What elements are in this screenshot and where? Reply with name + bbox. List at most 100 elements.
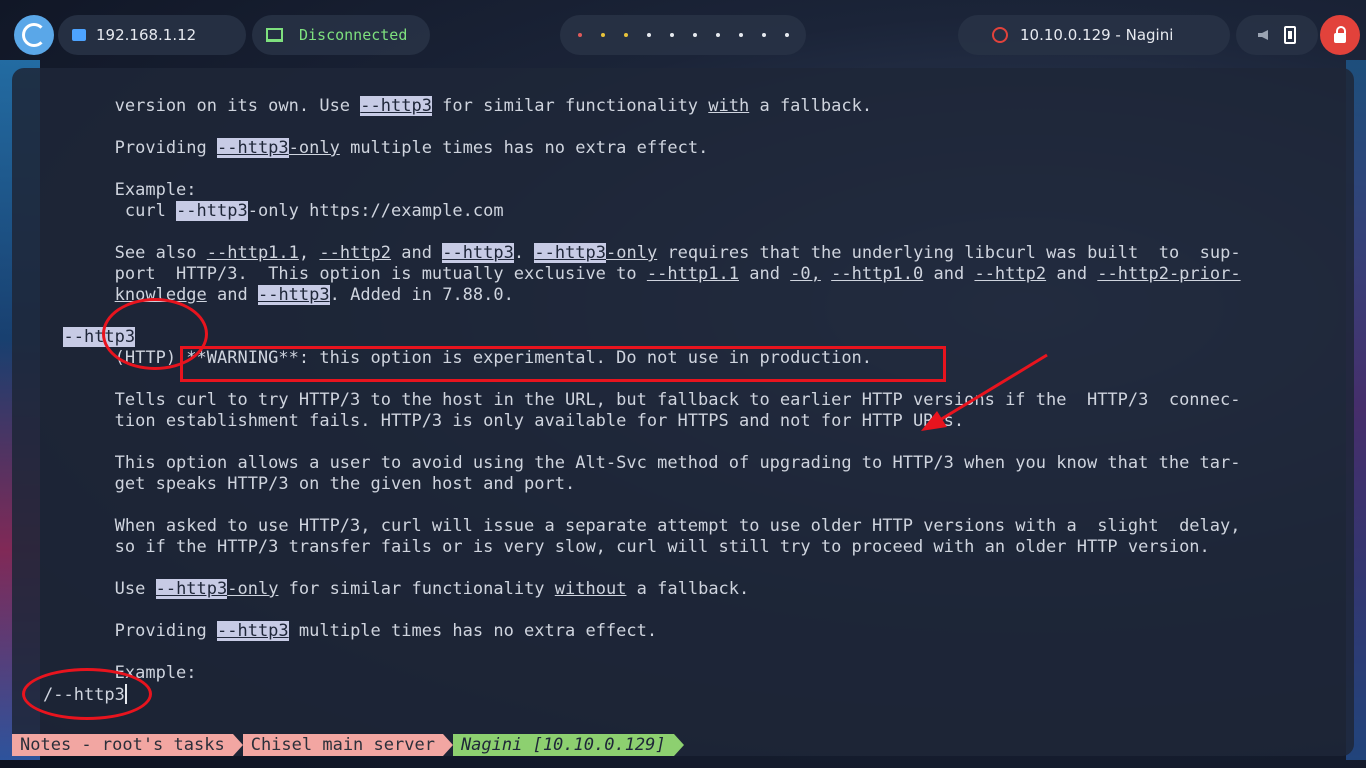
tmux-separator: [442, 734, 453, 756]
line-text: a fallback.: [749, 96, 873, 116]
line-text: requires that the underlying libcurl was…: [657, 243, 1241, 263]
workspace-dot[interactable]: [577, 33, 582, 37]
man-page-line: Providing --http3-only multiple times ha…: [43, 138, 708, 159]
line-text: -only https://example.com: [247, 201, 504, 221]
line-text: -only: [606, 243, 658, 263]
line-text: without: [554, 579, 627, 599]
line-text: ,: [298, 243, 320, 263]
man-page-line: Use --http3-only for similar functionali…: [43, 579, 749, 600]
annotation-warning-box: [180, 346, 946, 382]
line-text: --http2-prior-: [1097, 264, 1241, 284]
search-match: --http3: [534, 243, 607, 263]
line-text: and: [1046, 264, 1098, 284]
line-text: get speaks HTTP/3 on the given host and …: [43, 474, 576, 494]
workspace-dot[interactable]: [646, 33, 651, 37]
line-text: -0,: [790, 264, 821, 284]
man-page-line: knowledge and --http3. Added in 7.88.0.: [43, 285, 514, 306]
line-text: This option allows a user to avoid using…: [43, 453, 1241, 473]
system-tray: [1236, 15, 1318, 55]
line-text: multiple times has no extra effect.: [288, 621, 658, 641]
vpn-status-label: Disconnected: [299, 26, 408, 44]
line-text: --http1.1: [646, 264, 739, 284]
line-text: with: [708, 96, 750, 116]
line-text: . Added in 7.88.0.: [329, 285, 514, 305]
man-page-line: tion establishment fails. HTTP/3 is only…: [43, 411, 965, 432]
workspace-dot[interactable]: [738, 33, 743, 37]
line-text: [821, 264, 831, 284]
line-text: [43, 327, 63, 347]
tmux-status-bar: Notes - root's tasks Chisel main server Na…: [12, 734, 684, 756]
workspace-dot[interactable]: [669, 33, 674, 37]
tmux-window-label: Chisel main server: [250, 735, 435, 755]
search-match: --http3: [176, 201, 248, 221]
line-text: tion establishment fails. HTTP/3 is only…: [43, 411, 965, 431]
workspace-dot[interactable]: [623, 33, 628, 37]
target-icon: [992, 27, 1008, 43]
line-text: version on its own. Use: [43, 96, 361, 116]
line-text: for similar functionality: [431, 96, 709, 116]
man-page-line: When asked to use HTTP/3, curl will issu…: [43, 516, 1241, 537]
tmux-window-label: Notes - root's tasks: [20, 735, 225, 755]
volume-muted-icon[interactable]: [1258, 30, 1268, 40]
top-panel: 192.168.1.12 Disconnected 10.10.0.129 - …: [0, 0, 1366, 68]
target-label: 10.10.0.129 - Nagini: [1020, 26, 1174, 44]
line-text: See also: [43, 243, 207, 263]
tmux-window-tab[interactable]: Nagini [10.10.0.129]: [452, 734, 674, 756]
line-text: curl: [43, 201, 177, 221]
line-text: and: [391, 243, 443, 263]
line-text: and: [206, 285, 258, 305]
vpn-status-widget[interactable]: Disconnected: [252, 15, 430, 55]
search-match: --http3: [360, 96, 432, 116]
workspace-switcher[interactable]: [560, 15, 806, 55]
line-text: Providing: [43, 138, 217, 158]
line-text: .: [513, 243, 535, 263]
line-text: a fallback.: [626, 579, 750, 599]
line-text: --http2: [319, 243, 392, 263]
man-page-line: port HTTP/3. This option is mutually exc…: [43, 264, 1241, 285]
line-text: and: [738, 264, 791, 284]
line-text: port HTTP/3. This option is mutually exc…: [43, 264, 647, 284]
ip-address-widget[interactable]: 192.168.1.12: [58, 15, 246, 55]
line-text: --http1.0: [831, 264, 924, 284]
ip-address-label: 192.168.1.12: [96, 26, 197, 44]
workspace-dot[interactable]: [784, 33, 789, 37]
annotation-circle-search: [22, 668, 152, 720]
network-icon: [72, 29, 86, 41]
line-text: so if the HTTP/3 transfer fails or is ve…: [43, 537, 1210, 557]
line-text: for similar functionality: [278, 579, 555, 599]
line-text: When asked to use HTTP/3, curl will issu…: [43, 516, 1241, 536]
workspace-dot[interactable]: [692, 33, 697, 37]
man-page-line: so if the HTTP/3 transfer fails or is ve…: [43, 537, 1210, 558]
line-text: --http2: [974, 264, 1047, 284]
tmux-window-tab[interactable]: Notes - root's tasks: [12, 734, 233, 756]
laptop-icon: [266, 28, 283, 42]
tmux-window-label: Nagini [10.10.0.129]: [460, 735, 666, 755]
man-page-line: curl --http3-only https://example.com: [43, 201, 504, 222]
workspace-dot[interactable]: [715, 33, 720, 37]
tmux-separator: [232, 734, 243, 756]
line-text: Example:: [43, 180, 197, 200]
search-match: --http3: [217, 138, 289, 158]
line-text: --http1.1: [206, 243, 299, 263]
terminal-window[interactable]: version on its own. Use --http3 for simi…: [12, 68, 1354, 756]
workspace-dot[interactable]: [761, 33, 766, 37]
lock-screen-button[interactable]: [1320, 15, 1360, 55]
target-widget[interactable]: 10.10.0.129 - Nagini: [958, 15, 1230, 55]
battery-icon[interactable]: [1284, 26, 1296, 44]
line-text: [43, 285, 115, 305]
man-page-line: See also --http1.1, --http2 and --http3.…: [43, 243, 1241, 264]
workspace-dot[interactable]: [600, 33, 605, 37]
search-match: --http3: [442, 243, 514, 263]
man-page-line: This option allows a user to avoid using…: [43, 453, 1241, 474]
line-text: multiple times has no extra effect.: [339, 138, 709, 158]
lock-icon: [1334, 26, 1346, 43]
man-page-line: get speaks HTTP/3 on the given host and …: [43, 474, 576, 495]
line-text: Tells curl to try HTTP/3 to the host in …: [43, 390, 1241, 410]
man-page-line: Tells curl to try HTTP/3 to the host in …: [43, 390, 1241, 411]
man-page-line: version on its own. Use --http3 for simi…: [43, 96, 872, 117]
line-text: Use: [43, 579, 156, 599]
tmux-window-tab[interactable]: Chisel main server: [242, 734, 443, 756]
annotation-arrow: [921, 353, 1048, 431]
search-match: --http3: [257, 285, 330, 305]
debian-logo-icon[interactable]: [14, 15, 54, 55]
